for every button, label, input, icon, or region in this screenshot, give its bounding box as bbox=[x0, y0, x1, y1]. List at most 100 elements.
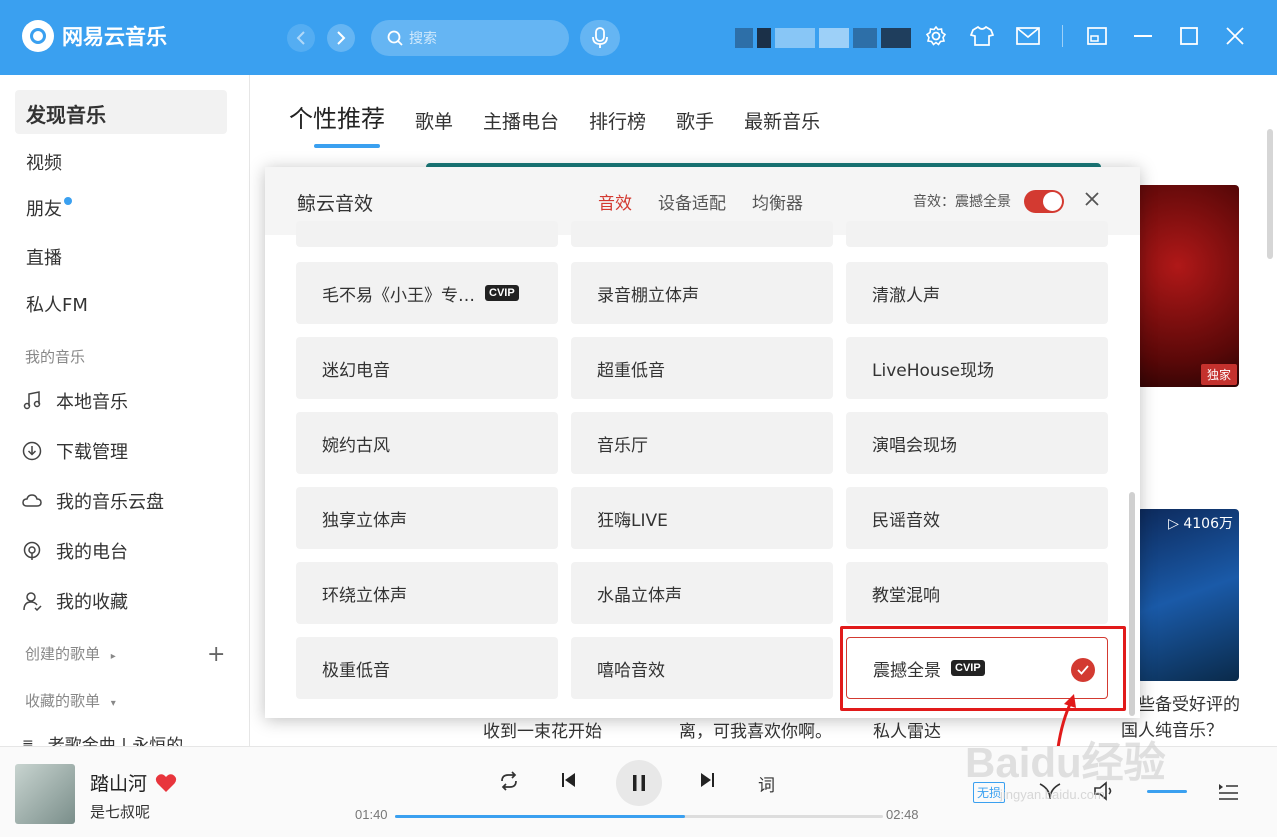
effect-card[interactable]: 超重低音 bbox=[571, 337, 833, 399]
effect-label: 演唱会现场 bbox=[872, 435, 957, 456]
created-playlists-title[interactable]: 创建的歌单 ▸ bbox=[25, 643, 116, 664]
dialog-close-button[interactable] bbox=[1085, 187, 1099, 212]
skin-button[interactable] bbox=[970, 24, 994, 48]
effect-card[interactable]: 水晶立体声 bbox=[571, 562, 833, 624]
song-title[interactable]: 踏山河 bbox=[90, 769, 147, 796]
tab-personal-recommend[interactable]: 个性推荐 bbox=[289, 99, 385, 148]
sidebar-item-local-music[interactable]: 本地音乐 bbox=[22, 388, 128, 414]
radio-icon bbox=[23, 541, 41, 560]
effect-card[interactable]: 嘻哈音效 bbox=[571, 637, 833, 699]
effect-card[interactable]: 演唱会现场 bbox=[846, 412, 1108, 474]
card-caption[interactable]: 收到一束花开始 bbox=[483, 717, 602, 742]
tab-equalizer[interactable]: 均衡器 bbox=[752, 189, 803, 214]
close-button[interactable] bbox=[1223, 24, 1247, 48]
effect-toggle[interactable] bbox=[1024, 190, 1064, 213]
loop-icon bbox=[501, 771, 517, 791]
tab-new-music[interactable]: 最新音乐 bbox=[744, 107, 820, 134]
heart-icon[interactable] bbox=[155, 773, 177, 793]
sidebar-item-radio[interactable]: 我的电台 bbox=[22, 538, 128, 564]
effect-label: 民谣音效 bbox=[872, 510, 940, 531]
sidebar-item-discover[interactable]: 发现音乐 bbox=[26, 99, 106, 128]
minimize-button[interactable] bbox=[1131, 24, 1155, 48]
search-box[interactable] bbox=[371, 20, 569, 56]
previous-button[interactable] bbox=[561, 771, 577, 789]
tab-charts[interactable]: 排行榜 bbox=[589, 107, 646, 134]
chevron-right-icon bbox=[337, 31, 346, 45]
effect-card[interactable]: 清澈人声 bbox=[846, 262, 1108, 324]
user-info-blurred[interactable] bbox=[735, 28, 925, 48]
album-cover[interactable] bbox=[15, 764, 75, 824]
effect-card-partial[interactable] bbox=[296, 221, 558, 247]
baidu-watermark-url: jingyan.baidu.com bbox=[1000, 787, 1105, 802]
search-input[interactable] bbox=[409, 30, 549, 46]
sidebar-item-fm[interactable]: 私人FM bbox=[26, 291, 88, 317]
maximize-button[interactable] bbox=[1177, 24, 1201, 48]
next-button[interactable] bbox=[699, 771, 715, 789]
effect-card[interactable]: 环绕立体声 bbox=[296, 562, 558, 624]
tab-artists[interactable]: 歌手 bbox=[676, 107, 714, 134]
maximize-icon bbox=[1180, 27, 1198, 45]
messages-button[interactable] bbox=[1016, 24, 1040, 48]
highlight-annotation bbox=[840, 626, 1126, 711]
sidebar-item-live[interactable]: 直播 bbox=[26, 244, 62, 270]
pause-button[interactable] bbox=[616, 760, 662, 806]
tab-radio[interactable]: 主播电台 bbox=[483, 107, 559, 134]
sidebar-item-label: 下载管理 bbox=[56, 442, 128, 463]
add-playlist-button[interactable]: + bbox=[207, 642, 225, 667]
settings-button[interactable] bbox=[924, 24, 948, 48]
forward-button[interactable] bbox=[327, 24, 355, 52]
sidebar-playlist-item[interactable]: ≡ 老歌金曲 | 永恒的 bbox=[22, 731, 183, 747]
sidebar-item-label: 本地音乐 bbox=[56, 392, 128, 413]
playlist-cover[interactable]: ▷ 4106万 bbox=[1137, 509, 1239, 681]
cloud-icon bbox=[22, 494, 42, 507]
progress-bar[interactable] bbox=[395, 815, 883, 818]
effect-label: 音乐厅 bbox=[597, 435, 648, 456]
mini-mode-button[interactable] bbox=[1085, 24, 1109, 48]
tab-sound-effects[interactable]: 音效 bbox=[598, 189, 634, 232]
download-icon bbox=[22, 441, 42, 461]
effect-card[interactable]: 狂嗨LIVE bbox=[571, 487, 833, 549]
voice-search-button[interactable] bbox=[580, 20, 620, 56]
effect-card-partial[interactable] bbox=[846, 221, 1108, 247]
playlist-queue-icon[interactable] bbox=[1217, 781, 1239, 801]
sidebar-item-label: 我的电台 bbox=[56, 542, 128, 563]
card-caption[interactable]: 离，可我喜欢你啊。 bbox=[679, 717, 832, 742]
effect-card[interactable]: 迷幻电音 bbox=[296, 337, 558, 399]
effect-card[interactable]: 独享立体声 bbox=[296, 487, 558, 549]
effect-card[interactable]: LiveHouse现场 bbox=[846, 337, 1108, 399]
progress-fill bbox=[395, 815, 686, 818]
effect-label: 超重低音 bbox=[597, 360, 665, 381]
effect-card[interactable]: 录音棚立体声 bbox=[571, 262, 833, 324]
collected-playlists-title[interactable]: 收藏的歌单 ▾ bbox=[25, 690, 116, 711]
sidebar-item-favorites[interactable]: 我的收藏 bbox=[22, 588, 128, 614]
sidebar-item-friends[interactable]: 朋友 bbox=[26, 195, 72, 221]
tab-device-adapt[interactable]: 设备适配 bbox=[658, 189, 726, 214]
exclusive-cover[interactable]: 独家 bbox=[1137, 185, 1239, 387]
my-music-section-title: 我的音乐 bbox=[25, 348, 86, 366]
effect-card-partial[interactable] bbox=[571, 221, 833, 247]
loop-mode-button[interactable] bbox=[498, 771, 520, 791]
sidebar-item-video[interactable]: 视频 bbox=[26, 149, 62, 175]
sidebar: 发现音乐 视频 朋友 直播 私人FM 我的音乐 本地音乐 下载管理 我的音乐云盘… bbox=[0, 75, 250, 746]
microphone-icon bbox=[592, 27, 608, 48]
effect-card[interactable]: 音乐厅 bbox=[571, 412, 833, 474]
app-logo[interactable]: 网易云音乐 bbox=[22, 20, 167, 52]
card-caption[interactable]: 私人雷达 bbox=[873, 717, 941, 742]
main-scrollbar[interactable] bbox=[1267, 129, 1273, 259]
effect-card[interactable]: 极重低音 bbox=[296, 637, 558, 699]
sidebar-item-cloud[interactable]: 我的音乐云盘 bbox=[22, 488, 164, 514]
dialog-scrollbar[interactable] bbox=[1129, 492, 1135, 716]
back-button[interactable] bbox=[287, 24, 315, 52]
effect-card[interactable]: 婉约古风 bbox=[296, 412, 558, 474]
pause-icon bbox=[633, 775, 645, 791]
effect-card[interactable]: 教堂混响 bbox=[846, 562, 1108, 624]
sidebar-item-label: 我的音乐云盘 bbox=[56, 492, 164, 513]
artist-name[interactable]: 是七叔呢 bbox=[90, 801, 150, 822]
effect-label: 婉约古风 bbox=[322, 435, 390, 456]
lyrics-button[interactable]: 词 bbox=[758, 771, 775, 796]
netease-logo-icon bbox=[22, 20, 54, 52]
tab-playlists[interactable]: 歌单 bbox=[415, 107, 453, 134]
sidebar-item-downloads[interactable]: 下载管理 bbox=[22, 438, 128, 464]
effect-card[interactable]: 毛不易《小王》专… CVIP bbox=[296, 262, 558, 324]
effect-card[interactable]: 民谣音效 bbox=[846, 487, 1108, 549]
